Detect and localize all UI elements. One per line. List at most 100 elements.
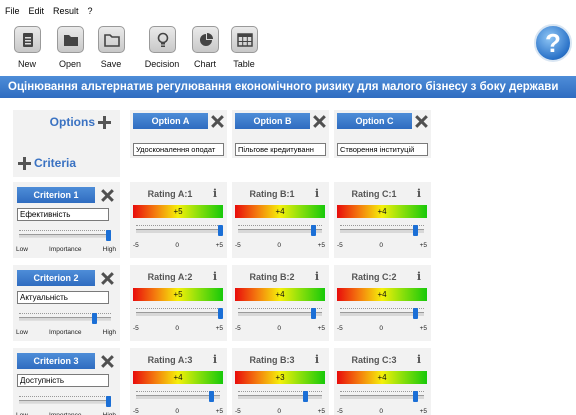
importance-slider-track[interactable] bbox=[19, 234, 111, 238]
info-icon[interactable]: i bbox=[210, 187, 220, 200]
rating-slider-track[interactable] bbox=[238, 395, 322, 399]
info-icon[interactable]: i bbox=[414, 270, 424, 283]
chart-button[interactable]: Chart bbox=[185, 26, 225, 70]
table-icon bbox=[230, 26, 258, 53]
scale-mid: 0 bbox=[379, 408, 383, 415]
close-icon[interactable] bbox=[415, 115, 428, 128]
scale-min: -5 bbox=[133, 408, 139, 415]
info-icon[interactable]: i bbox=[312, 187, 322, 200]
slider-ticks bbox=[238, 391, 322, 392]
new-button[interactable]: New bbox=[7, 26, 47, 70]
workspace: Options Criteria Option A Удосконалення … bbox=[0, 98, 576, 415]
slider-ticks bbox=[238, 225, 322, 226]
rating-slider-thumb[interactable] bbox=[311, 225, 317, 236]
add-option-button[interactable]: Options bbox=[50, 115, 114, 129]
rating-card: Rating C:2 i +4 -5 0 +5 bbox=[334, 265, 431, 341]
slider-ticks bbox=[340, 308, 424, 309]
importance-slider-thumb[interactable] bbox=[92, 313, 98, 324]
option-header[interactable]: Option A bbox=[133, 113, 208, 129]
criterion-header[interactable]: Criterion 3 bbox=[17, 353, 95, 369]
info-icon[interactable]: i bbox=[414, 353, 424, 366]
decision-button[interactable]: Decision bbox=[142, 26, 182, 70]
close-icon[interactable] bbox=[211, 115, 224, 128]
rating-slider-track[interactable] bbox=[136, 229, 220, 233]
info-icon[interactable]: i bbox=[210, 353, 220, 366]
scale-mid: 0 bbox=[277, 242, 281, 249]
table-label: Table bbox=[233, 59, 255, 69]
importance-slider-thumb[interactable] bbox=[106, 230, 111, 241]
importance-slider-thumb[interactable] bbox=[106, 396, 111, 407]
criterion-name-field[interactable]: Доступність bbox=[17, 374, 109, 387]
scale-mid: 0 bbox=[379, 325, 383, 332]
rating-slider-thumb[interactable] bbox=[413, 308, 419, 319]
importance-slider-track[interactable] bbox=[19, 317, 111, 321]
criterion-header[interactable]: Criterion 1 bbox=[17, 187, 95, 203]
rating-card: Rating B:1 i +4 -5 0 +5 bbox=[232, 182, 329, 258]
help-icon[interactable]: ? bbox=[534, 24, 572, 62]
close-icon[interactable] bbox=[313, 115, 326, 128]
rating-slider-track[interactable] bbox=[136, 395, 220, 399]
rating-slider-thumb[interactable] bbox=[302, 391, 308, 402]
scale-mid: 0 bbox=[175, 408, 179, 415]
option-name-field[interactable]: Створення інституцій bbox=[337, 143, 428, 156]
rating-slider-thumb[interactable] bbox=[311, 308, 317, 319]
rating-slider-thumb[interactable] bbox=[217, 225, 223, 236]
rating-slider-thumb[interactable] bbox=[209, 391, 215, 402]
rating-slider-track[interactable] bbox=[238, 312, 322, 316]
option-name-field[interactable]: Удосконалення оподат bbox=[133, 143, 224, 156]
rating-value-bar: +4 bbox=[235, 288, 325, 301]
rating-label: Rating C:1 bbox=[351, 189, 397, 199]
criterion-name-field[interactable]: Актуальність bbox=[17, 291, 109, 304]
scale-min: -5 bbox=[235, 242, 241, 249]
new-label: New bbox=[17, 59, 36, 69]
menu-result[interactable]: Result bbox=[53, 6, 79, 16]
open-button[interactable]: Open bbox=[50, 26, 90, 70]
menu-bar: File Edit Result ? bbox=[0, 0, 576, 22]
scale-min: -5 bbox=[337, 242, 343, 249]
rating-card: Rating C:1 i +4 -5 0 +5 bbox=[334, 182, 431, 258]
rating-label: Rating C:2 bbox=[351, 272, 397, 282]
rating-slider-track[interactable] bbox=[340, 312, 424, 316]
table-button[interactable]: Table bbox=[224, 26, 264, 70]
save-button[interactable]: Save bbox=[91, 26, 131, 70]
rating-scale: -5 0 +5 bbox=[133, 325, 223, 332]
scale-min: -5 bbox=[337, 325, 343, 332]
criterion-header[interactable]: Criterion 2 bbox=[17, 270, 95, 286]
rating-scale: -5 0 +5 bbox=[235, 408, 325, 415]
rating-slider-thumb[interactable] bbox=[217, 308, 223, 319]
rating-value-bar: +4 bbox=[133, 371, 223, 384]
rating-value-bar: +4 bbox=[337, 288, 427, 301]
info-icon[interactable]: i bbox=[312, 270, 322, 283]
menu-file[interactable]: File bbox=[5, 6, 20, 16]
rating-scale: -5 0 +5 bbox=[337, 325, 427, 332]
menu-help[interactable]: ? bbox=[88, 6, 93, 16]
rating-slider-thumb[interactable] bbox=[413, 391, 419, 402]
rating-slider-thumb[interactable] bbox=[413, 225, 419, 236]
close-icon[interactable] bbox=[101, 189, 114, 202]
menu-edit[interactable]: Edit bbox=[29, 6, 45, 16]
rating-slider-track[interactable] bbox=[340, 395, 424, 399]
option-header[interactable]: Option C bbox=[337, 113, 412, 129]
criterion-name-field[interactable]: Ефективність bbox=[17, 208, 109, 221]
info-icon[interactable]: i bbox=[312, 353, 322, 366]
option-name-field[interactable]: Пільгове кредитуванн bbox=[235, 143, 326, 156]
info-icon[interactable]: i bbox=[414, 187, 424, 200]
importance-slider-track[interactable] bbox=[19, 400, 111, 404]
rating-slider-track[interactable] bbox=[136, 312, 220, 316]
scale-min: -5 bbox=[235, 408, 241, 415]
info-icon[interactable]: i bbox=[210, 270, 220, 283]
toolbar: New Open Save Decision Chart Table ? bbox=[0, 22, 576, 74]
scale-low: Low bbox=[16, 329, 28, 336]
rating-label: Rating B:2 bbox=[249, 272, 295, 282]
close-icon[interactable] bbox=[101, 355, 114, 368]
rating-card: Rating A:3 i +4 -5 0 +5 bbox=[130, 348, 227, 415]
option-header[interactable]: Option B bbox=[235, 113, 310, 129]
rating-value-bar: +5 bbox=[133, 288, 223, 301]
rating-value-bar: +4 bbox=[337, 205, 427, 218]
add-criterion-button[interactable]: Criteria bbox=[15, 156, 76, 170]
slider-ticks bbox=[238, 308, 322, 309]
close-icon[interactable] bbox=[101, 272, 114, 285]
rating-slider-track[interactable] bbox=[340, 229, 424, 233]
new-icon bbox=[13, 26, 41, 53]
rating-slider-track[interactable] bbox=[238, 229, 322, 233]
